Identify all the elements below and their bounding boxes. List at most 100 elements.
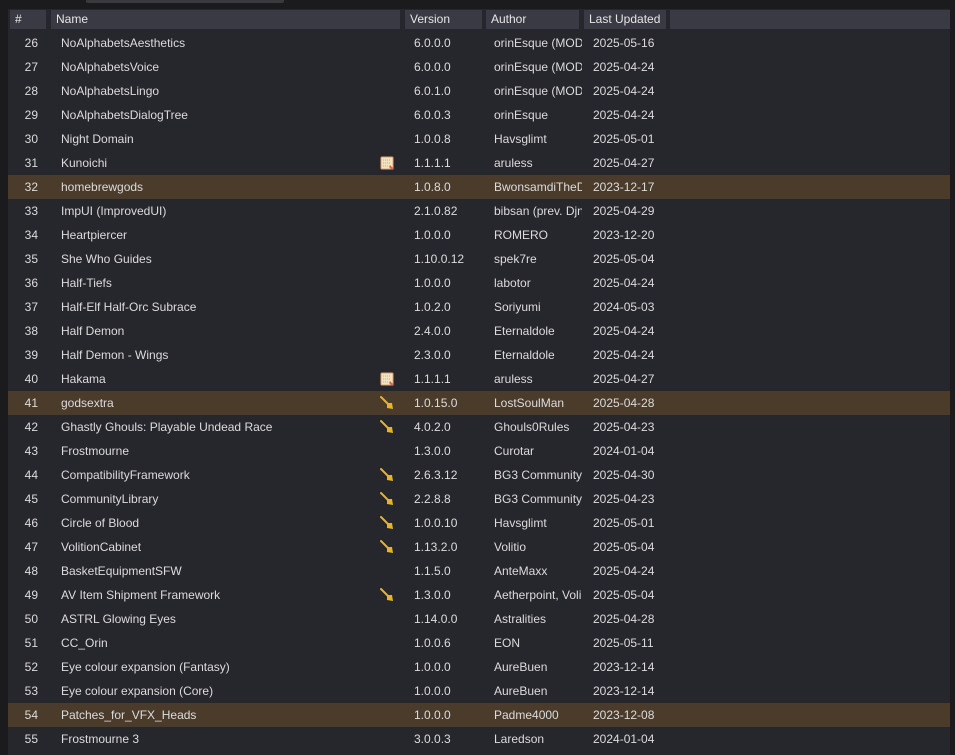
row-number: 29 <box>24 108 38 122</box>
table-row[interactable]: 38 Half Demon 2.4.0.0 Eternaldole 2025-04-24 <box>8 319 950 343</box>
mod-last-updated: 2025-04-24 <box>593 60 655 74</box>
table-row[interactable]: 40 Hakama 1.1.1.1 aruless 2025-04-27 <box>8 367 950 391</box>
row-number: 34 <box>24 228 38 242</box>
table-row[interactable]: 53 Eye colour expansion (Core) 1.0.0.0 Aure… <box>8 679 950 703</box>
mod-name: Half Demon - Wings <box>61 348 169 362</box>
mod-name: NoAlphabetsAesthetics <box>61 36 186 50</box>
mod-version: 1.0.0.0 <box>414 684 451 698</box>
row-number: 54 <box>24 708 38 722</box>
row-number: 49 <box>24 588 38 602</box>
column-header-number[interactable]: # <box>10 10 46 29</box>
table-row[interactable]: 50 ASTRL Glowing Eyes 1.14.0.0 Astralities 2… <box>8 607 950 631</box>
mod-last-updated: 2025-05-04 <box>593 252 655 266</box>
mod-author: Volitio <box>494 540 527 554</box>
mod-author: Eternaldole <box>494 348 555 362</box>
table-row[interactable]: 51 CC_Orin 1.0.0.6 EON 2025-05-11 <box>8 631 950 655</box>
mod-last-updated: 2024-05-03 <box>593 300 655 314</box>
mod-version: 1.0.0.8 <box>414 132 451 146</box>
broom-icon <box>379 419 395 435</box>
table-header: # Name Version Author Last Updated <box>8 9 950 30</box>
table-row[interactable]: 54 Patches_for_VFX_Heads 1.0.0.0 Padme4000 2… <box>8 703 950 727</box>
mod-name: Half Demon <box>61 324 125 338</box>
mod-name: Frostmourne 3 <box>61 732 140 746</box>
row-number: 44 <box>24 468 38 482</box>
mod-last-updated: 2023-12-20 <box>593 228 655 242</box>
scroll-icon <box>379 155 395 171</box>
row-number: 46 <box>24 516 38 530</box>
mod-version: 1.10.0.12 <box>414 252 465 266</box>
mod-name: CC_Orin <box>61 636 108 650</box>
table-row[interactable]: 35 She Who Guides 1.10.0.12 spek7re 2025-05-… <box>8 247 950 271</box>
mod-version: 2.2.8.8 <box>414 492 451 506</box>
table-row[interactable]: 29 NoAlphabetsDialogTree 6.0.0.3 orinEsque 2… <box>8 103 950 127</box>
table-row[interactable]: 31 Kunoichi 1.1.1.1 aruless 2025-04-27 <box>8 151 950 175</box>
row-number: 39 <box>24 348 38 362</box>
table-row[interactable]: 44 CompatibilityFramework 2.6.3.12 BG3 Comm… <box>8 463 950 487</box>
mod-version: 1.13.2.0 <box>414 540 458 554</box>
table-row[interactable]: 43 Frostmourne 1.3.0.0 Curotar 2024-01-04 <box>8 439 950 463</box>
mod-name: homebrewgods <box>61 180 144 194</box>
mod-name: ImpUI (ImprovedUI) <box>61 204 167 218</box>
mod-last-updated: 2025-04-24 <box>593 108 655 122</box>
column-header-version[interactable]: Version <box>405 10 482 29</box>
table-row[interactable]: 32 homebrewgods 1.0.8.0 BwonsamdiTheD 2023-1… <box>8 175 950 199</box>
column-header-filler <box>670 10 950 29</box>
mod-last-updated: 2025-04-28 <box>593 612 655 626</box>
table-row[interactable]: 30 Night Domain 1.0.0.8 Havsglimt 2025-05-01 <box>8 127 950 151</box>
mod-version: 6.0.0.3 <box>414 108 451 122</box>
row-number: 43 <box>24 444 38 458</box>
broom-icon <box>379 491 395 507</box>
table-row[interactable]: 47 VolitionCabinet 1.13.2.0 Volitio 2025-05-… <box>8 535 950 559</box>
column-header-author[interactable]: Author <box>486 10 579 29</box>
mod-name: Ghastly Ghouls: Playable Undead Race <box>61 420 273 434</box>
table-row[interactable]: 37 Half-Elf Half-Orc Subrace 1.0.2.0 Soriyu… <box>8 295 950 319</box>
mod-version: 1.0.0.0 <box>414 660 451 674</box>
mod-author: Ghouls0Rules <box>494 420 570 434</box>
mod-name: Heartpiercer <box>61 228 128 242</box>
mod-version: 4.0.2.0 <box>414 420 451 434</box>
mod-author: aruless <box>494 372 533 386</box>
table-row[interactable]: 27 NoAlphabetsVoice 6.0.0.0 orinEsque (MOD 2… <box>8 55 950 79</box>
mod-author: spek7re <box>494 252 537 266</box>
table-row[interactable]: 26 NoAlphabetsAesthetics 6.0.0.0 orinEsque … <box>8 31 950 55</box>
left-gutter <box>0 8 8 755</box>
table-row[interactable]: 55 Frostmourne 3 3.0.0.3 Laredson 2024-01-04 <box>8 727 950 751</box>
mod-last-updated: 2025-04-24 <box>593 276 655 290</box>
mod-last-updated: 2025-04-28 <box>593 396 655 410</box>
mod-last-updated: 2025-05-01 <box>593 132 655 146</box>
column-header-name[interactable]: Name <box>51 10 400 29</box>
mod-name: Hakama <box>61 372 106 386</box>
table-row[interactable]: 48 BasketEquipmentSFW 1.1.5.0 AnteMaxx 2025-… <box>8 559 950 583</box>
mod-author: Astralities <box>494 612 547 626</box>
mod-version: 2.6.3.12 <box>414 468 458 482</box>
mod-name: NoAlphabetsLingo <box>61 84 160 98</box>
mod-author: Havsglimt <box>494 516 547 530</box>
mod-version: 3.0.0.3 <box>414 732 451 746</box>
table-row[interactable]: 45 CommunityLibrary 2.2.8.8 BG3 Community 20… <box>8 487 950 511</box>
mod-author: Curotar <box>494 444 535 458</box>
table-row[interactable]: 52 Eye colour expansion (Fantasy) 1.0.0.0 A… <box>8 655 950 679</box>
table-row[interactable]: 36 Half-Tiefs 1.0.0.0 labotor 2025-04-24 <box>8 271 950 295</box>
horizontal-scrollbar[interactable] <box>86 0 284 3</box>
mod-name: Half-Elf Half-Orc Subrace <box>61 300 197 314</box>
mod-name: NoAlphabetsDialogTree <box>61 108 188 122</box>
table-row[interactable]: 28 NoAlphabetsLingo 6.0.1.0 orinEsque (MOD 2… <box>8 79 950 103</box>
table-row[interactable]: 33 ImpUI (ImprovedUI) 2.1.0.82 bibsan (prev… <box>8 199 950 223</box>
table-row[interactable]: 39 Half Demon - Wings 2.3.0.0 Eternaldole 20… <box>8 343 950 367</box>
mod-last-updated: 2025-05-04 <box>593 540 655 554</box>
column-header-last-updated[interactable]: Last Updated <box>584 10 666 29</box>
mod-last-updated: 2023-12-14 <box>593 684 655 698</box>
row-number: 37 <box>24 300 38 314</box>
mod-last-updated: 2023-12-14 <box>593 660 655 674</box>
table-row[interactable]: 34 Heartpiercer 1.0.0.0 ROMERO 2023-12-20 <box>8 223 950 247</box>
mod-version: 6.0.0.0 <box>414 60 451 74</box>
mod-name: AV Item Shipment Framework <box>61 588 221 602</box>
mod-version: 1.3.0.0 <box>414 444 451 458</box>
table-row[interactable]: 41 godsextra 1.0.15.0 LostSoulMan 2025-04-28 <box>8 391 950 415</box>
mod-version: 1.1.1.1 <box>414 156 451 170</box>
mod-name: Night Domain <box>61 132 134 146</box>
mod-author: orinEsque (MOD <box>494 84 582 98</box>
table-row[interactable]: 46 Circle of Blood 1.0.0.10 Havsglimt 2025-0… <box>8 511 950 535</box>
table-row[interactable]: 42 Ghastly Ghouls: Playable Undead Race 4.… <box>8 415 950 439</box>
table-row[interactable]: 49 AV Item Shipment Framework 1.3.0.0 Aethe… <box>8 583 950 607</box>
